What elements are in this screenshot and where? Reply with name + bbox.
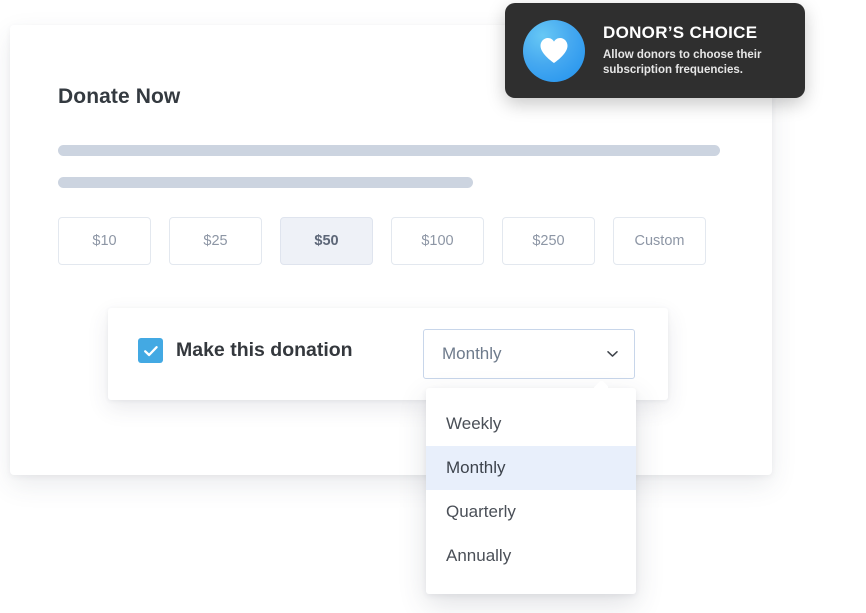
skeleton-bar-2 xyxy=(58,177,473,188)
checkmark-icon xyxy=(143,345,158,356)
amount-button-10[interactable]: $10 xyxy=(58,217,151,265)
page-title: Donate Now xyxy=(58,85,181,108)
frequency-select-value: Monthly xyxy=(442,344,502,363)
heart-icon xyxy=(523,19,585,82)
frequency-select[interactable]: Monthly xyxy=(423,329,635,379)
dropdown-item-monthly[interactable]: Monthly xyxy=(426,446,636,490)
dropdown-caret-icon xyxy=(594,381,608,389)
amount-button-50[interactable]: $50 xyxy=(280,217,373,265)
skeleton-bar-1 xyxy=(58,145,720,156)
frequency-dropdown-menu: Weekly Monthly Quarterly Annually xyxy=(426,388,636,594)
recurring-donation-card: Make this donation Monthly xyxy=(108,308,668,400)
dropdown-item-annually[interactable]: Annually xyxy=(426,534,636,578)
amount-options-row: $10 $25 $50 $100 $250 Custom xyxy=(58,217,706,265)
tooltip-description: Allow donors to choose their subscriptio… xyxy=(603,49,762,76)
tooltip-text-block: DONOR’S CHOICE Allow donors to choose th… xyxy=(603,23,793,78)
amount-button-250[interactable]: $250 xyxy=(502,217,595,265)
amount-button-25[interactable]: $25 xyxy=(169,217,262,265)
tooltip-title: DONOR’S CHOICE xyxy=(603,23,758,42)
dropdown-item-weekly[interactable]: Weekly xyxy=(426,402,636,446)
chevron-down-icon xyxy=(607,351,618,358)
recurring-donation-label: Make this donation xyxy=(176,339,353,361)
amount-button-custom[interactable]: Custom xyxy=(613,217,706,265)
donors-choice-tooltip: DONOR’S CHOICE Allow donors to choose th… xyxy=(505,3,805,98)
recurring-donation-checkbox[interactable] xyxy=(138,338,163,363)
amount-button-100[interactable]: $100 xyxy=(391,217,484,265)
dropdown-item-quarterly[interactable]: Quarterly xyxy=(426,490,636,534)
